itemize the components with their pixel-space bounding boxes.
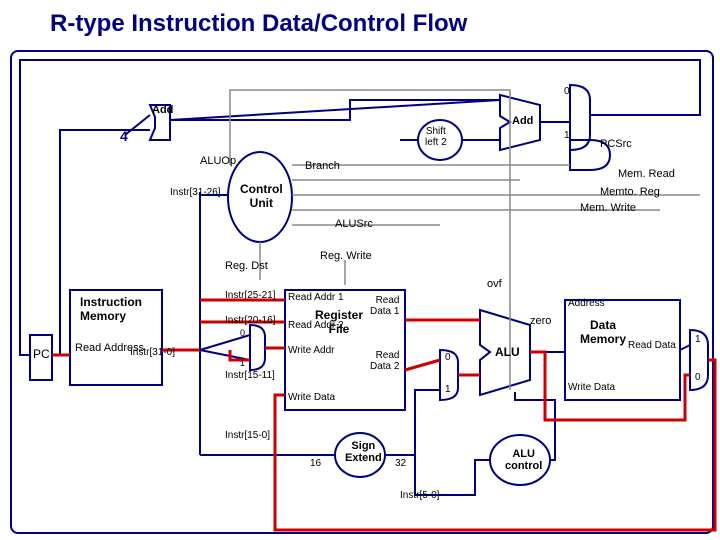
memtoreg-label: Memto. Reg [600,186,660,198]
mux-regdst-0: 0 [240,328,245,338]
sign-extend-label: Sign Extend [345,440,382,464]
regwrite-label: Reg. Write [320,250,372,262]
add1-label: Add [152,104,173,116]
sixteen-label: 16 [310,458,321,469]
instr31-26-label: Instr[31-26] [170,187,221,198]
page-title: R-type Instruction Data/Control Flow [50,10,467,38]
read-data-dm-label: Read Data [628,340,676,351]
instr15-0-label: Instr[15-0] [225,430,270,441]
mux-alusrc-1: 1 [445,384,451,395]
instr5-0-label: Instr[5-0] [400,490,439,501]
shift-left-label: Shift left 2 [425,126,447,148]
write-data-rf-label: Write Data [288,392,335,403]
address-dm-label: Address [568,298,605,309]
control-unit-label: Control Unit [240,182,283,210]
pc-label: PC [33,347,50,361]
add2-label: Add [512,115,533,127]
instr-mem-label: Instruction Memory [80,295,142,323]
mux-memtoreg-1: 1 [695,334,701,345]
branch-label: Branch [305,160,340,172]
mux-regdst-1: 1 [240,358,245,368]
pcsrc-label: PCSrc [600,138,632,150]
four-label: 4 [120,128,128,144]
regdst-label: Reg. Dst [225,260,268,272]
memwrite-label: Mem. Write [580,202,636,214]
alu-label: ALU [495,345,520,359]
memread-label: Mem. Read [618,168,675,180]
read-addr1-label: Read Addr 1 [288,292,344,303]
data-mem-label: Data Memory [580,318,626,346]
zero-label: zero [530,315,551,327]
instr25-21-label: Instr[25-21] [225,290,276,301]
read-data1-label: Read Data 1 [370,295,399,317]
read-data2-label: Read Data 2 [370,350,399,372]
mux-pcsrc-0: 0 [564,86,570,97]
alusrc-label: ALUSrc [335,218,373,230]
write-data-dm-label: Write Data [568,382,615,393]
mux-pcsrc-1: 1 [564,130,570,141]
read-addr2-label: Read Addr 2 [288,320,344,331]
mux-memtoreg-0: 0 [695,372,701,383]
instr-out-label: Instr[31-0] [130,347,175,358]
instr20-16-label: Instr[20-16] [225,315,276,326]
ovf-label: ovf [487,278,502,290]
alu-control-label: ALU control [505,448,542,472]
mux-alusrc-0: 0 [445,352,451,363]
instr15-11-label: Instr[15-11] [225,370,275,381]
aluop-label: ALUOp [200,155,236,167]
write-addr-label: Write Addr [288,345,335,356]
thirtytwo-label: 32 [395,458,406,469]
